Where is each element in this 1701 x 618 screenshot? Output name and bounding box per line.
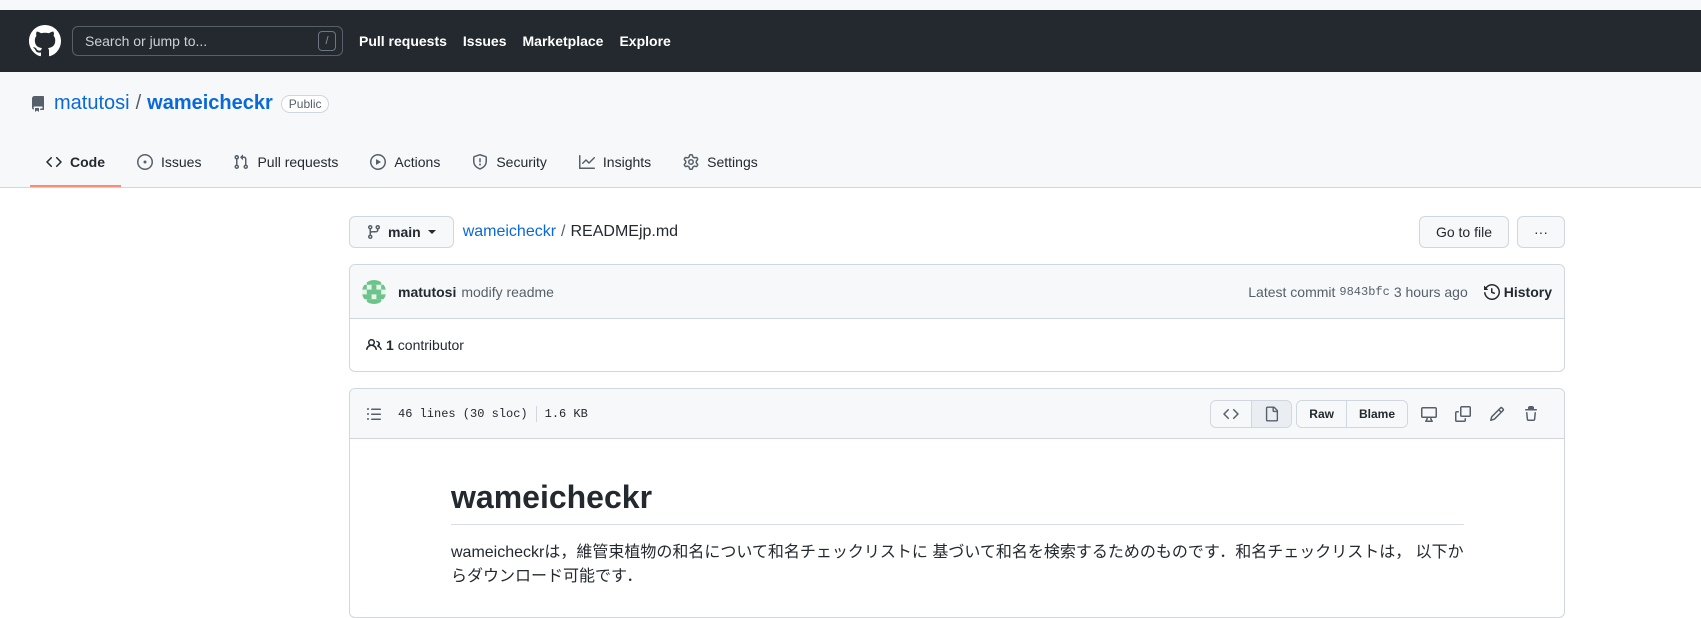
- file-lines: 46 lines (30 sloc): [398, 406, 528, 421]
- tab-pull-requests[interactable]: Pull requests: [217, 139, 354, 187]
- history-link[interactable]: History: [1483, 283, 1552, 300]
- commit-row: matutosi modify readme Latest commit 984…: [350, 265, 1564, 319]
- readme-body: wameicheckr wameicheckrは，維管束植物の和名について和名チ…: [350, 439, 1564, 589]
- visibility-badge: Public: [280, 94, 330, 113]
- tab-actions-label: Actions: [394, 154, 441, 170]
- gear-icon: [683, 154, 699, 170]
- repo-name-link[interactable]: wameicheckr: [147, 92, 273, 115]
- repo-tabs: Code Issues Pull requests Actions Securi…: [30, 139, 774, 187]
- branch-selector-button[interactable]: main: [349, 216, 454, 248]
- branch-name: main: [388, 224, 421, 240]
- browser-top-strip: [0, 0, 1701, 10]
- tab-pull-requests-label: Pull requests: [257, 154, 339, 170]
- repo-owner-link[interactable]: matutosi: [54, 92, 130, 115]
- history-label: History: [1503, 283, 1552, 300]
- search-shortcut-key: /: [318, 31, 336, 51]
- search-placeholder: Search or jump to...: [85, 33, 208, 49]
- file-size: 1.6 KB: [544, 406, 588, 421]
- contributors-row[interactable]: 1 contributor: [350, 319, 1564, 371]
- path-actions: Go to file ···: [1418, 216, 1565, 248]
- desktop-icon[interactable]: [1412, 400, 1446, 428]
- tab-settings-label: Settings: [707, 154, 758, 170]
- repo-icon: [31, 95, 44, 112]
- tab-actions[interactable]: Actions: [354, 139, 456, 187]
- file-info: 46 lines (30 sloc) 1.6 KB: [398, 405, 588, 422]
- trash-icon[interactable]: [1514, 400, 1548, 428]
- github-logo-icon[interactable]: [28, 24, 62, 58]
- tab-issues[interactable]: Issues: [121, 139, 217, 187]
- commit-message-link[interactable]: modify readme: [461, 284, 554, 300]
- history-icon: [1483, 283, 1500, 300]
- list-unordered-icon[interactable]: [366, 406, 382, 422]
- commit-author-link[interactable]: matutosi: [398, 284, 456, 300]
- tab-security-label: Security: [496, 154, 547, 170]
- file-header: 46 lines (30 sloc) 1.6 KB Raw Blame: [350, 389, 1564, 439]
- blame-button[interactable]: Blame: [1345, 400, 1407, 427]
- raw-button[interactable]: Raw: [1297, 400, 1346, 427]
- rendered-view-button[interactable]: [1251, 400, 1292, 427]
- play-icon: [370, 154, 387, 170]
- nav-marketplace[interactable]: Marketplace: [523, 33, 604, 49]
- tab-insights[interactable]: Insights: [563, 139, 667, 187]
- caret-down-icon: [427, 230, 436, 234]
- issue-icon: [137, 154, 153, 170]
- raw-blame-group: Raw Blame: [1296, 399, 1408, 428]
- nav-explore[interactable]: Explore: [619, 33, 670, 49]
- nav-pull-requests[interactable]: Pull requests: [359, 33, 447, 49]
- global-header: Search or jump to... / Pull requests Iss…: [0, 10, 1701, 72]
- more-options-button[interactable]: ···: [1517, 216, 1565, 248]
- avatar[interactable]: [362, 279, 386, 304]
- code-icon: [1223, 408, 1240, 419]
- pencil-icon[interactable]: [1480, 400, 1514, 428]
- breadcrumb-repo-link[interactable]: wameicheckr: [463, 223, 556, 240]
- breadcrumb-separator: /: [561, 223, 566, 240]
- search-input[interactable]: Search or jump to... /: [72, 26, 343, 56]
- repository-header: matutosi / wameicheckr Public Code Issue…: [0, 72, 1701, 188]
- copy-icon[interactable]: [1446, 400, 1480, 428]
- tab-insights-label: Insights: [602, 154, 652, 170]
- latest-commit-label: Latest commit: [1248, 283, 1336, 300]
- file-icon: [1266, 406, 1279, 421]
- go-to-file-button[interactable]: Go to file: [1418, 216, 1509, 248]
- nav-issues[interactable]: Issues: [463, 33, 507, 49]
- contributor-label: contributor: [397, 337, 464, 353]
- divider: [535, 405, 537, 422]
- latest-commit-box: matutosi modify readme Latest commit 984…: [349, 264, 1565, 372]
- global-nav: Pull requests Issues Marketplace Explore: [359, 33, 671, 49]
- commit-meta: Latest commit 9843bfc 3 hours ago Histor…: [1248, 284, 1552, 300]
- git-branch-icon: [367, 225, 380, 240]
- repo-separator: /: [135, 92, 142, 114]
- file-tools: Raw Blame: [1210, 399, 1548, 428]
- tab-settings[interactable]: Settings: [667, 139, 774, 187]
- tab-issues-label: Issues: [161, 154, 202, 170]
- tab-security[interactable]: Security: [456, 139, 563, 187]
- repo-title: matutosi / wameicheckr Public: [30, 92, 330, 115]
- shield-icon: [473, 154, 488, 170]
- commit-time: 3 hours ago: [1393, 283, 1468, 300]
- file-view: 46 lines (30 sloc) 1.6 KB Raw Blame wame…: [349, 388, 1565, 618]
- people-icon: [366, 338, 382, 351]
- view-toggle: [1210, 399, 1293, 428]
- code-icon: [46, 156, 62, 168]
- readme-heading: wameicheckr: [451, 479, 1464, 525]
- contributor-count: 1: [386, 337, 394, 353]
- graph-icon: [578, 155, 595, 169]
- main-content: main wameicheckr / READMEjp.md Go to file …: [349, 216, 1565, 618]
- source-view-button[interactable]: [1211, 400, 1252, 427]
- tab-code[interactable]: Code: [30, 139, 121, 187]
- file-path-bar: main wameicheckr / READMEjp.md Go to file …: [349, 216, 1565, 248]
- commit-sha-link[interactable]: 9843bfc: [1339, 285, 1389, 299]
- tab-code-label: Code: [70, 154, 105, 170]
- breadcrumb-file-name: READMEjp.md: [570, 223, 679, 240]
- readme-paragraph: wameicheckrは，維管束植物の和名について和名チェックリストに 基づいて…: [451, 544, 1464, 585]
- breadcrumb: wameicheckr / READMEjp.md: [463, 223, 678, 241]
- pull-request-icon: [234, 154, 249, 170]
